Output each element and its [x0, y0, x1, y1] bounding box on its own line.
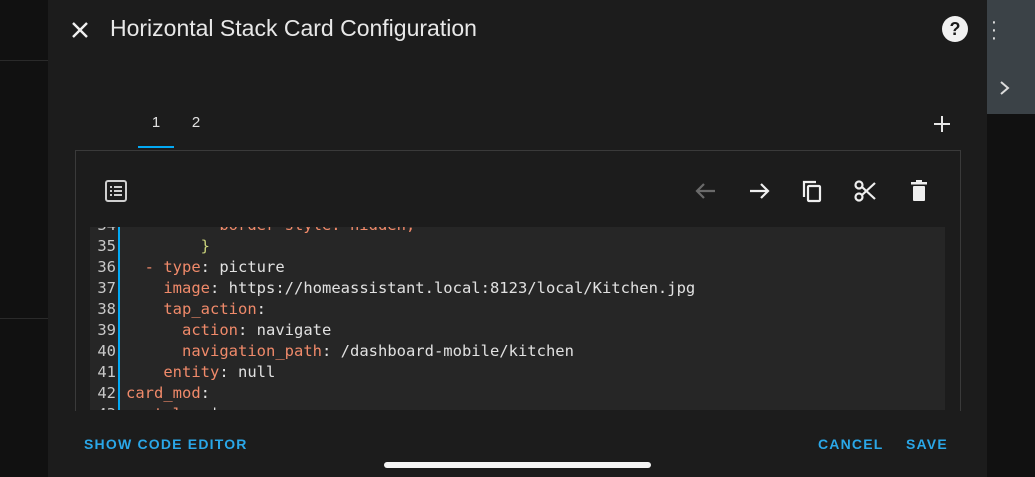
tab-1[interactable]: 1	[138, 108, 174, 148]
delete-icon[interactable]	[905, 177, 933, 205]
line-number: 39	[97, 321, 116, 339]
line-number: 41	[97, 363, 116, 381]
code-line: entity: null	[163, 363, 276, 381]
line-number: 36	[97, 258, 116, 276]
line-number: 35	[97, 237, 116, 255]
line-number: 38	[97, 300, 116, 318]
background-left-panel	[0, 0, 48, 477]
line-number: 42	[97, 384, 116, 402]
code-line: }	[200, 237, 210, 255]
code-line: navigation_path: /dashboard-mobile/kitch…	[182, 342, 574, 360]
tab-2[interactable]: 2	[178, 108, 214, 148]
code-line: card_mod:	[126, 384, 210, 402]
cancel-button[interactable]: CANCEL	[818, 436, 884, 452]
background-right-panel: · · ·	[987, 0, 1035, 477]
line-number: 37	[97, 279, 116, 297]
save-button[interactable]: SAVE	[906, 436, 948, 452]
dialog-title: Horizontal Stack Card Configuration	[110, 15, 477, 41]
help-icon[interactable]: ?	[942, 16, 968, 42]
show-code-editor-button[interactable]: SHOW CODE EDITOR	[84, 436, 248, 452]
cut-icon[interactable]	[851, 177, 879, 205]
code-line: style: |	[126, 405, 220, 410]
home-indicator	[384, 462, 651, 468]
code-line: tap_action:	[163, 300, 266, 318]
line-number: 43	[90, 405, 116, 410]
line-number: 34	[90, 227, 116, 234]
code-line: border-style: hidden;	[126, 227, 415, 234]
yaml-code-editor[interactable]: 34 border-style: hidden; 35 } 36 - type: p…	[90, 227, 945, 410]
code-line: action: navigate	[182, 321, 332, 339]
copy-icon[interactable]	[798, 177, 826, 205]
close-icon[interactable]	[64, 14, 96, 46]
add-card-icon[interactable]	[928, 110, 956, 138]
card-config-dialog: Horizontal Stack Card Configuration ? 1 …	[48, 0, 987, 477]
visual-editor-toggle-icon[interactable]	[102, 177, 130, 205]
code-line: - type: picture	[144, 258, 285, 276]
right-panel-header: · · ·	[987, 0, 1035, 114]
move-left-icon[interactable]	[692, 177, 720, 205]
line-number: 40	[97, 342, 116, 360]
more-vert-icon[interactable]: · · ·	[987, 12, 1001, 48]
code-line: image: https://homeassistant.local:8123/…	[163, 279, 696, 297]
move-right-icon[interactable]	[745, 177, 773, 205]
card-editor-panel: 34 border-style: hidden; 35 } 36 - type: p…	[75, 150, 961, 411]
chevron-right-icon[interactable]	[995, 74, 1015, 102]
